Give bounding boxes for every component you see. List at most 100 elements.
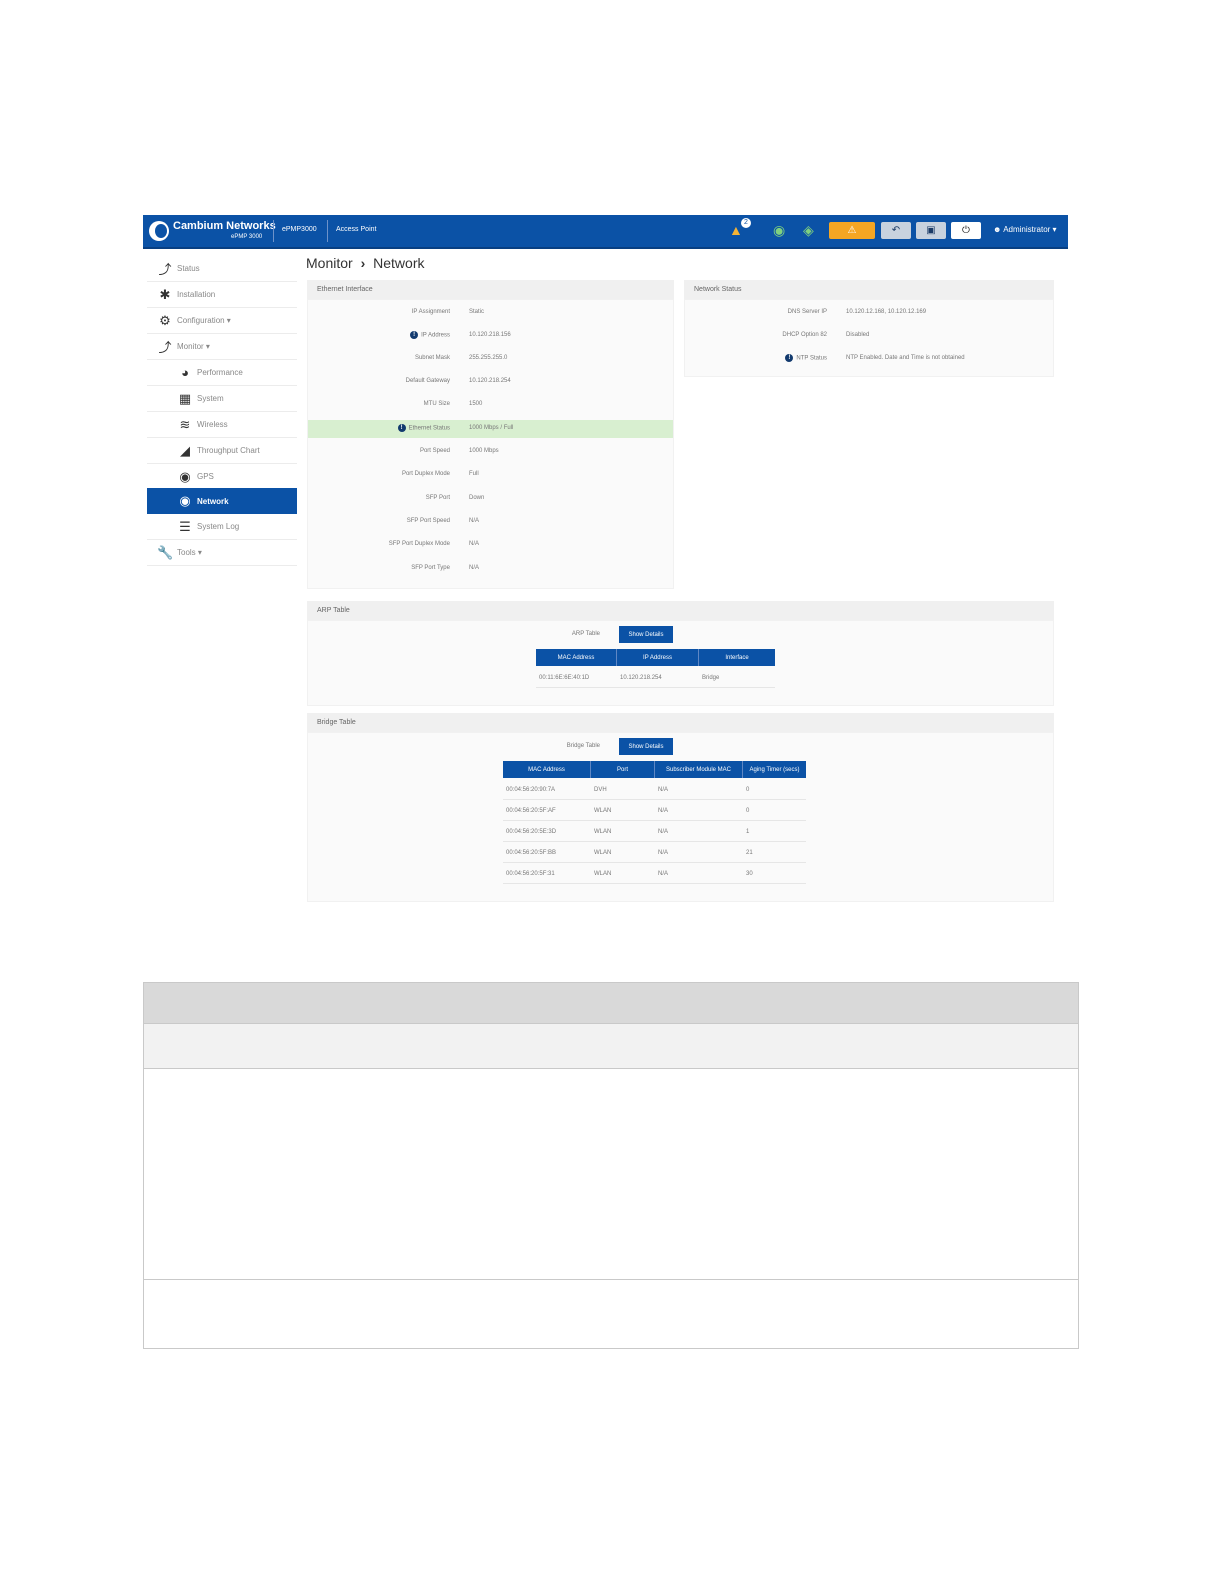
sfp-port-type-value: N/A	[469, 565, 480, 571]
mtu-size-value: 1500	[469, 401, 483, 407]
aging-timer-cell: 1	[746, 828, 750, 835]
sidebar-item-configuration[interactable]: ⚙ Configuration ▾	[147, 308, 297, 334]
arp-table-header: MAC Address IP Address Interface	[536, 649, 775, 666]
sfp-port-label: SFP Port	[425, 495, 450, 501]
bridge-show-details-button[interactable]: Show Details	[619, 738, 673, 755]
mtu-size-label: MTU Size	[423, 401, 450, 407]
breadcrumb: Monitor › Network	[306, 255, 425, 271]
mac-address-cell: 00:04:56:20:5F:AF	[506, 807, 556, 814]
aging-timer-cell: 0	[746, 807, 750, 814]
table-row: 00:04:56:20:5E:3D WLAN N/A 1	[503, 822, 806, 842]
port-speed-label: Port Speed	[419, 448, 450, 454]
sidebar-item-label: Wireless	[197, 420, 228, 429]
gear-icon: ⚙	[159, 312, 171, 328]
sidebar-item-monitor[interactable]: ⤴ Monitor ▾	[147, 334, 297, 360]
column-header: Aging Timer (secs)	[749, 766, 800, 773]
mac-address-cell: 00:04:56:20:5F:BB	[506, 849, 557, 856]
ip-assignment-value: Static	[469, 309, 485, 315]
breadcrumb-parent[interactable]: Monitor	[306, 255, 353, 271]
bridge-table-header: MAC Address Port Subscriber Module MAC A…	[503, 761, 806, 778]
subnet-mask-label: Subnet Mask	[414, 355, 450, 361]
sidebar-item-performance[interactable]: ◕ Performance	[147, 360, 297, 386]
sidebar-item-system-log[interactable]: ☰ System Log	[147, 514, 297, 540]
power-icon: ⏻	[962, 225, 970, 236]
column-header: MAC Address	[503, 761, 591, 778]
gauge-icon: ◕	[181, 365, 189, 380]
port-cell: WLAN	[594, 807, 612, 814]
sidebar-item-installation[interactable]: ✱ Installation	[147, 282, 297, 308]
save-icon: ▣	[926, 225, 936, 236]
sidebar-item-label: Status	[177, 264, 200, 273]
ntp-status-label: NTP Status	[796, 355, 827, 362]
column-header: Subscriber Module MAC	[655, 761, 743, 778]
sidebar-item-network[interactable]: ◉ Network	[147, 488, 297, 514]
arp-show-details-button[interactable]: Show Details	[619, 626, 673, 643]
sm-mac-cell: N/A	[658, 828, 669, 835]
sidebar-item-system[interactable]: ▦ System	[147, 386, 297, 412]
arp-table-label: ARP Table	[571, 631, 600, 637]
sidebar-item-label: Monitor ▾	[177, 342, 210, 351]
header-divider	[327, 220, 328, 242]
aging-timer-cell: 30	[746, 870, 753, 877]
port-duplex-mode-value: Full	[469, 471, 479, 477]
ip-assignment-label: IP Assignment	[411, 309, 450, 315]
undo-button[interactable]: ↶	[881, 222, 911, 239]
port-cell: WLAN	[594, 870, 612, 877]
breadcrumb-current: Network	[373, 255, 425, 271]
sfp-port-duplex-mode-label: SFP Port Duplex Mode	[388, 541, 450, 547]
breadcrumb-separator-icon: ›	[360, 255, 366, 271]
info-icon[interactable]: !	[397, 424, 406, 432]
table-row: 00:11:6E:6E:40:1D 10.120.218.254 Bridge	[536, 668, 775, 688]
sm-mac-cell: N/A	[658, 870, 669, 877]
table-row: 00:04:56:20:90:7A DVH N/A 0	[503, 780, 806, 800]
mac-address-cell: 00:04:56:20:5E:3D	[506, 828, 557, 835]
sidebar-item-tools[interactable]: 🔧 Tools ▾	[147, 540, 297, 566]
list-icon: ☰	[179, 518, 191, 534]
sfp-port-speed-value: N/A	[469, 518, 480, 524]
ethernet-status-label: Ethernet Status	[408, 425, 450, 432]
network-status-panel-title: Network Status	[684, 280, 1054, 299]
sidebar-item-label: Performance	[197, 368, 243, 377]
sidebar-item-wireless[interactable]: ≋ Wireless	[147, 412, 297, 438]
attribute-table-row	[144, 1280, 1078, 1348]
system-icon: ▦	[178, 390, 192, 406]
sm-mac-cell: N/A	[658, 786, 669, 793]
sidebar-item-gps[interactable]: ◉ GPS	[147, 464, 297, 490]
runner-icon: ✱	[159, 286, 171, 302]
ip-address-value: 10.120.218.156	[469, 332, 511, 338]
ip-address-label: IP Address	[421, 332, 450, 339]
user-icon: ☻	[993, 225, 1004, 234]
column-header: Interface	[725, 654, 749, 661]
arp-panel-title: ARP Table	[307, 601, 1054, 620]
user-menu-label: Administrator ▾	[1003, 225, 1057, 234]
save-button[interactable]: ▣	[916, 222, 946, 239]
mac-address-cell: 00:04:56:20:5F:31	[506, 870, 555, 877]
gps-icon: ◉	[179, 468, 191, 484]
device-name: ePMP3000	[282, 226, 317, 233]
ntp-status-label-row: ! NTP Status	[680, 354, 827, 362]
dhcp-option-82-value: Disabled	[846, 332, 870, 338]
bridge-table-label: Bridge Table	[566, 743, 600, 749]
attribute-table-row	[144, 1069, 1078, 1280]
column-header: Port	[591, 761, 655, 778]
info-icon[interactable]: !	[410, 331, 419, 339]
cambium-logo-icon	[149, 221, 169, 241]
user-menu[interactable]: ☻ Administrator ▾	[993, 225, 1057, 234]
sidebar-item-throughput-chart[interactable]: ◢ Throughput Chart	[147, 438, 297, 464]
sidebar-item-label: Tools ▾	[177, 548, 202, 557]
reboot-button[interactable]: ⏻	[951, 222, 981, 239]
shield-icon[interactable]: ◈	[803, 222, 814, 238]
warning-button[interactable]: ⚠	[829, 222, 875, 239]
info-icon[interactable]: !	[785, 354, 794, 362]
table-row: 00:04:56:20:5F:31 WLAN N/A 30	[503, 864, 806, 884]
pulse-icon: ⤴	[158, 340, 172, 355]
sfp-port-type-label: SFP Port Type	[411, 565, 450, 571]
globe-icon[interactable]: ◉	[773, 222, 785, 238]
warning-icon: ⚠	[847, 225, 857, 236]
column-header: IP Address	[617, 649, 699, 666]
wrench-icon: 🔧	[157, 544, 174, 560]
sidebar-item-status[interactable]: ⤴ Status	[147, 256, 297, 282]
header-divider	[273, 220, 274, 242]
attribute-table	[143, 982, 1079, 1349]
mac-address-cell: 00:04:56:20:90:7A	[506, 786, 556, 793]
